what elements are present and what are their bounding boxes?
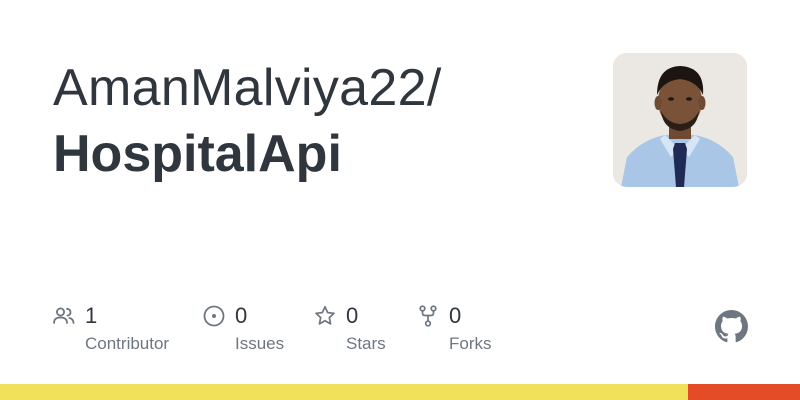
issue-opened-icon (203, 305, 225, 327)
forks-label: Forks (449, 334, 492, 353)
repo-owner[interactable]: AmanMalviya22/ (53, 56, 442, 120)
repo-name[interactable]: HospitalApi (53, 122, 342, 186)
owner-avatar[interactable] (613, 53, 747, 187)
forks-count: 0 (449, 303, 462, 328)
issues-label: Issues (235, 334, 285, 353)
repo-social-card: AmanMalviya22/ HospitalApi 1 Contributor… (0, 0, 800, 400)
contributors-label: Contributor (85, 334, 170, 353)
issues-count: 0 (235, 303, 248, 328)
language-bar-segment (688, 384, 800, 400)
github-logo-icon[interactable] (715, 310, 748, 343)
people-icon (53, 307, 75, 324)
stars-count: 0 (346, 303, 359, 328)
avatar-photo (613, 53, 747, 187)
repo-forked-icon (419, 305, 437, 327)
language-bar (0, 384, 800, 400)
star-icon (315, 305, 335, 325)
stars-label: Stars (346, 334, 386, 353)
language-bar-segment (0, 384, 688, 400)
contributors-count: 1 (85, 303, 98, 328)
